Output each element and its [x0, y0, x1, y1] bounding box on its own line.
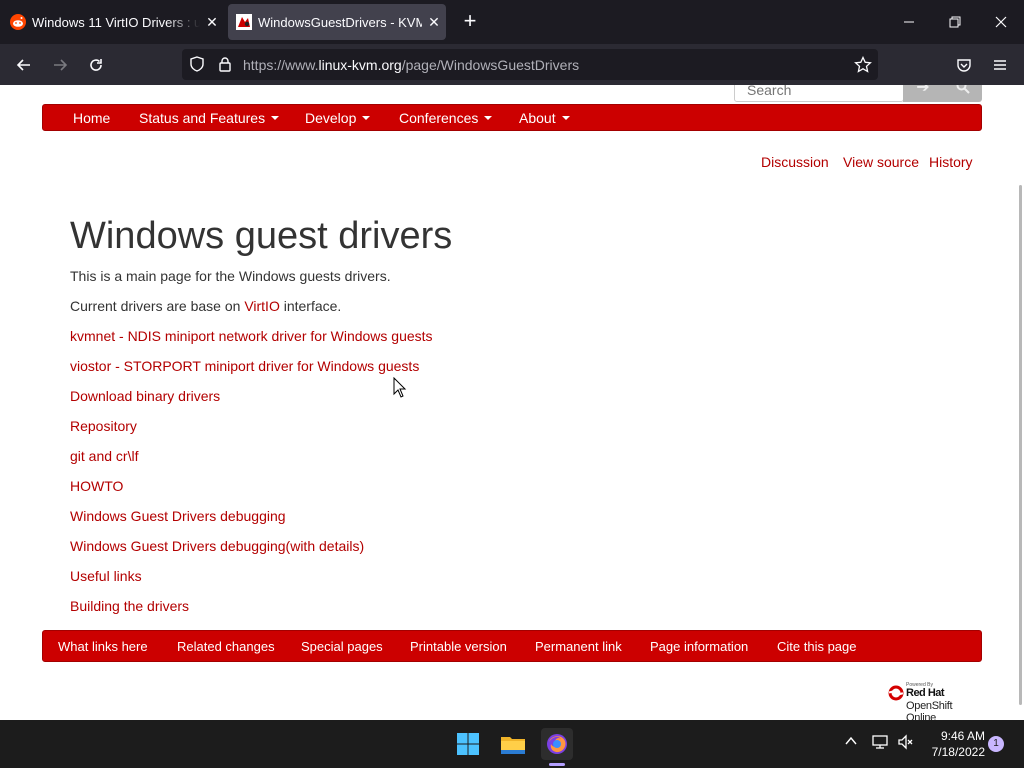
clock[interactable]: 9:46 AM 7/18/2022	[915, 728, 985, 760]
footer-toolbar: What links here Related changes Special …	[42, 630, 982, 662]
intro-text: This is a main page for the Windows gues…	[70, 268, 391, 284]
discussion-link[interactable]: Discussion	[761, 154, 829, 170]
mouse-cursor-icon	[393, 377, 407, 398]
pocket-icon[interactable]	[949, 50, 979, 80]
close-tab-icon[interactable]: ✕	[422, 14, 446, 31]
useful-links-link[interactable]: Useful links	[70, 568, 142, 584]
main-navbar: Home Status and Features Develop Confere…	[42, 104, 982, 131]
git-crlf-link[interactable]: git and cr\lf	[70, 448, 138, 464]
chevron-up-icon[interactable]	[844, 734, 858, 753]
repository-link[interactable]: Repository	[70, 418, 137, 434]
debugging-link[interactable]: Windows Guest Drivers debugging	[70, 508, 286, 524]
active-app-indicator	[549, 763, 565, 766]
windows-start-icon[interactable]	[452, 728, 484, 760]
cite-this-page-link[interactable]: Cite this page	[777, 639, 857, 654]
nav-about[interactable]: About	[519, 110, 570, 126]
nav-toolbar: https://www.linux-kvm.org/page/WindowsGu…	[0, 44, 1024, 85]
url-text[interactable]: https://www.linux-kvm.org/page/WindowsGu…	[243, 57, 579, 73]
notification-badge[interactable]: 1	[988, 736, 1004, 752]
address-bar[interactable]: https://www.linux-kvm.org/page/WindowsGu…	[182, 49, 878, 80]
openshift-icon	[888, 685, 904, 701]
firefox-icon[interactable]	[541, 728, 573, 760]
current-drivers-text: Current drivers are base on VirtIO inter…	[70, 298, 342, 314]
page-title: Windows guest drivers	[70, 215, 453, 257]
back-arrow-icon[interactable]	[9, 50, 39, 80]
forward-arrow-icon[interactable]	[45, 50, 75, 80]
special-pages-link[interactable]: Special pages	[301, 639, 383, 654]
history-link[interactable]: History	[929, 154, 973, 170]
network-icon[interactable]	[871, 734, 889, 755]
dropdown-caret-icon	[362, 116, 371, 121]
dropdown-caret-icon	[561, 116, 570, 121]
what-links-here-link[interactable]: What links here	[58, 639, 148, 654]
tab-strip: Windows 11 VirtIO Drivers : unRAID ✕ Win…	[0, 0, 1024, 44]
tab-kvm[interactable]: WindowsGuestDrivers - KVM ✕	[228, 4, 446, 40]
bookmark-star-icon[interactable]	[854, 55, 872, 73]
related-changes-link[interactable]: Related changes	[177, 639, 275, 654]
printable-version-link[interactable]: Printable version	[410, 639, 507, 654]
viostor-link[interactable]: viostor - STORPORT miniport driver for W…	[70, 358, 419, 374]
shield-icon[interactable]	[189, 56, 205, 72]
go-arrow-icon[interactable]: ➔	[903, 85, 943, 102]
clock-time: 9:46 AM	[940, 729, 985, 743]
kvmnet-link[interactable]: kvmnet - NDIS miniport network driver fo…	[70, 328, 433, 344]
dropdown-caret-icon	[271, 116, 280, 121]
volume-muted-icon[interactable]	[897, 734, 915, 755]
close-window-icon[interactable]	[978, 0, 1024, 44]
nav-status-and-features[interactable]: Status and Features	[139, 110, 280, 126]
search-input[interactable]	[734, 85, 904, 102]
tab-reddit[interactable]: Windows 11 VirtIO Drivers : unRAID ✕	[2, 4, 224, 40]
file-explorer-icon[interactable]	[497, 728, 529, 760]
kvm-icon	[236, 14, 252, 30]
virtio-link[interactable]: VirtIO	[244, 298, 280, 314]
reddit-icon	[10, 14, 26, 30]
tab-title: WindowsGuestDrivers - KVM	[258, 14, 422, 30]
reload-icon[interactable]	[81, 50, 111, 80]
page-information-link[interactable]: Page information	[650, 639, 748, 654]
nav-develop[interactable]: Develop	[305, 110, 371, 126]
page-scrollbar[interactable]	[1019, 185, 1022, 705]
permanent-link[interactable]: Permanent link	[535, 639, 622, 654]
nav-conferences[interactable]: Conferences	[399, 110, 493, 126]
redhat-openshift-logo[interactable]: Powered By Red Hat OpenShift Online	[886, 682, 981, 720]
close-tab-icon[interactable]: ✕	[200, 14, 224, 31]
new-tab-plus-icon[interactable]: +	[458, 10, 482, 34]
building-drivers-link[interactable]: Building the drivers	[70, 598, 189, 614]
debugging-details-link[interactable]: Windows Guest Drivers debugging(with det…	[70, 538, 364, 554]
lock-icon[interactable]	[217, 56, 233, 72]
hamburger-menu-icon[interactable]	[985, 50, 1015, 80]
nav-home[interactable]: Home	[73, 110, 110, 126]
dropdown-caret-icon	[484, 116, 493, 121]
page-content: ➔ Home Status and Features Develop Confe…	[0, 85, 1024, 720]
view-source-link[interactable]: View source	[843, 154, 919, 170]
search-icon[interactable]	[943, 85, 982, 102]
restore-icon[interactable]	[932, 0, 978, 44]
clock-date: 7/18/2022	[931, 745, 985, 759]
minimize-icon[interactable]	[886, 0, 932, 44]
tab-title: Windows 11 VirtIO Drivers : unRAID	[32, 14, 200, 30]
windows-taskbar: 9:46 AM 7/18/2022 1	[0, 720, 1024, 768]
howto-link[interactable]: HOWTO	[70, 478, 123, 494]
download-binary-drivers-link[interactable]: Download binary drivers	[70, 388, 220, 404]
